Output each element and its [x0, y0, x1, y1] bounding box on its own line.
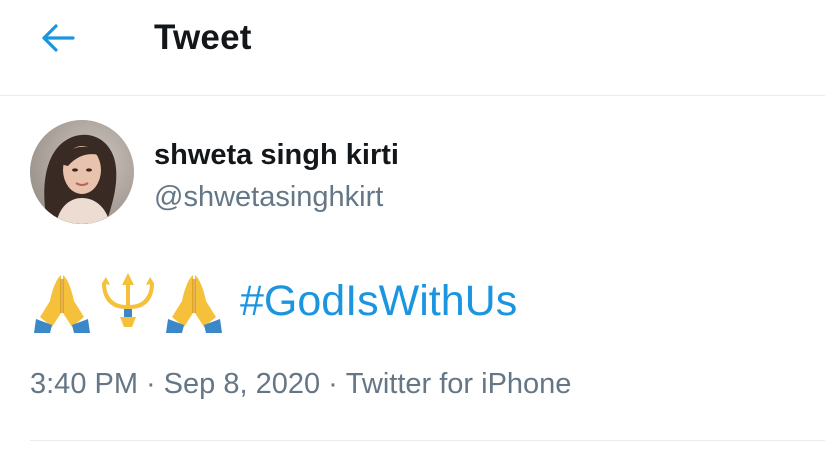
tweet-time[interactable]: 3:40 PM [30, 368, 138, 400]
tweet-text: #GodIsWithUs [30, 266, 517, 336]
folded-hands-icon [166, 275, 222, 333]
author-handle[interactable]: @shwetasinghkirt [154, 181, 383, 214]
meta-separator: · [146, 368, 156, 400]
back-button[interactable] [36, 16, 80, 60]
divider [30, 440, 825, 441]
page-title: Tweet [154, 18, 252, 57]
hashtag-link[interactable]: #GodIsWithUs [240, 277, 517, 326]
tweet-source[interactable]: Twitter for iPhone [346, 368, 572, 400]
tweet-date[interactable]: Sep 8, 2020 [164, 368, 320, 400]
folded-hands-icon [34, 275, 90, 333]
tweet-page: Tweet shweta singh kirti @shwetasinghkir… [0, 0, 825, 450]
meta-separator: · [328, 368, 338, 400]
trident-icon [102, 273, 154, 327]
avatar[interactable] [30, 120, 134, 224]
tweet-meta: 3:40 PM · Sep 8, 2020 · Twitter for iPhone [30, 368, 571, 401]
author-name[interactable]: shweta singh kirti [154, 139, 399, 172]
arrow-left-icon [42, 24, 75, 52]
avatar-image [30, 120, 134, 224]
page-header: Tweet [0, 0, 825, 96]
